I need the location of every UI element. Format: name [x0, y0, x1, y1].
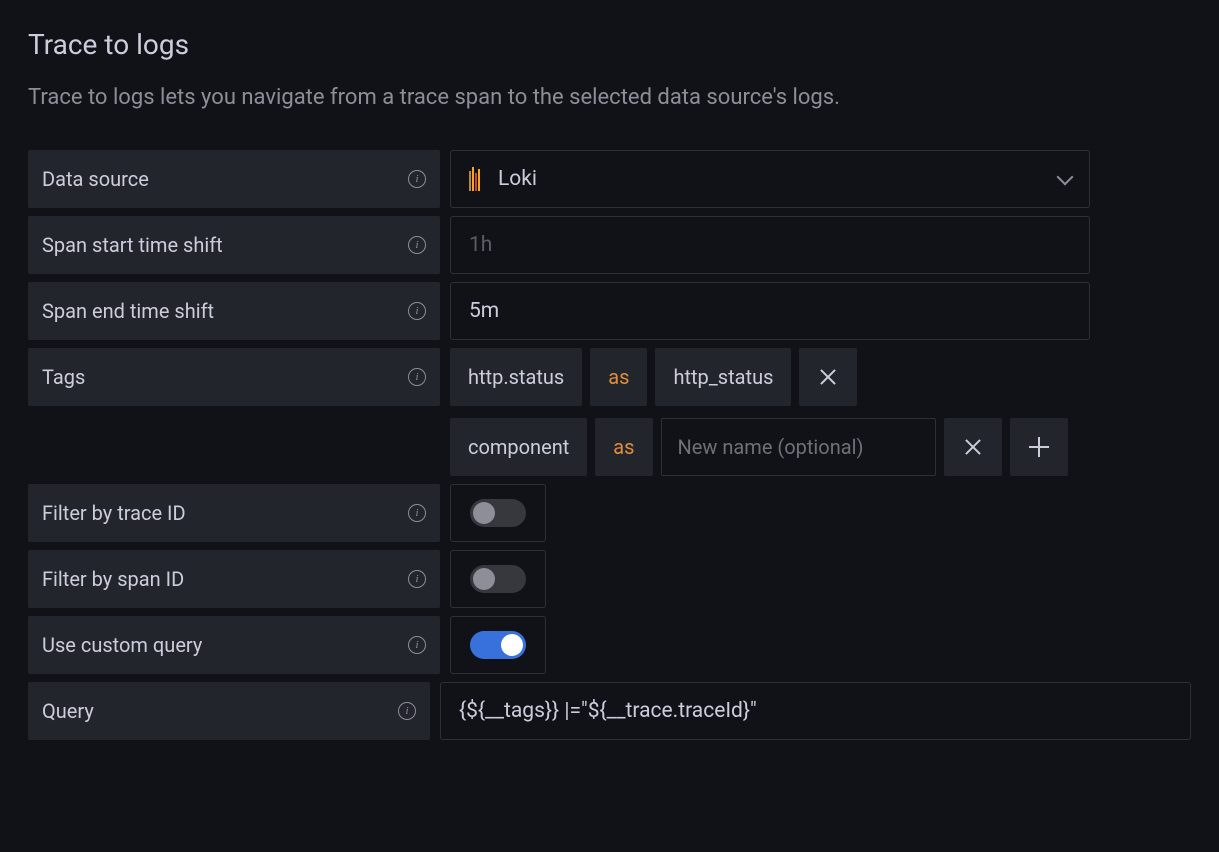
filter-span-row: Filter by span ID i	[28, 550, 1191, 608]
custom-query-label: Use custom query i	[28, 616, 440, 674]
span-start-label: Span start time shift i	[28, 216, 440, 274]
info-icon[interactable]: i	[408, 236, 426, 254]
filter-span-toggle[interactable]	[470, 565, 526, 593]
span-end-label: Span end time shift i	[28, 282, 440, 340]
section-description: Trace to logs lets you navigate from a t…	[28, 85, 1191, 110]
custom-query-row: Use custom query i	[28, 616, 1191, 674]
info-icon[interactable]: i	[408, 170, 426, 188]
toggle-knob	[473, 502, 495, 524]
close-icon	[819, 368, 837, 386]
filter-trace-row: Filter by trace ID i	[28, 484, 1191, 542]
filter-span-label: Filter by span ID i	[28, 550, 440, 608]
label-text: Filter by trace ID	[42, 501, 186, 525]
span-end-input[interactable]	[450, 282, 1090, 340]
data-source-select[interactable]: Loki	[450, 150, 1090, 208]
tag-rename[interactable]: http_status	[655, 348, 791, 406]
span-start-input[interactable]	[450, 216, 1090, 274]
label-text: Tags	[42, 365, 85, 389]
close-icon	[964, 438, 982, 456]
toggle-knob	[501, 634, 523, 656]
tag-rename-input[interactable]	[661, 418, 936, 476]
filter-trace-label: Filter by trace ID i	[28, 484, 440, 542]
query-row: Query i	[28, 682, 1191, 740]
query-label: Query i	[28, 682, 430, 740]
section-title: Trace to logs	[28, 28, 1191, 61]
remove-tag-button[interactable]	[944, 418, 1002, 476]
custom-query-toggle[interactable]	[470, 631, 526, 659]
info-icon[interactable]: i	[408, 504, 426, 522]
info-icon[interactable]: i	[408, 368, 426, 386]
tag-as-label: as	[590, 348, 647, 406]
filter-trace-toggle[interactable]	[470, 499, 526, 527]
plus-icon	[1029, 437, 1049, 457]
label-text: Span start time shift	[42, 233, 223, 257]
tags-row: Tags i http.status as http_status compon…	[28, 348, 1191, 476]
tag-row-1: component as	[450, 418, 1068, 476]
add-tag-button[interactable]	[1010, 418, 1068, 476]
label-text: Span end time shift	[42, 299, 214, 323]
label-text: Query	[42, 699, 94, 723]
info-icon[interactable]: i	[408, 636, 426, 654]
data-source-label: Data source i	[28, 150, 440, 208]
data-source-row: Data source i Loki	[28, 150, 1191, 208]
tags-label: Tags i	[28, 348, 440, 406]
remove-tag-button[interactable]	[799, 348, 857, 406]
span-end-row: Span end time shift i	[28, 282, 1191, 340]
query-input[interactable]	[440, 682, 1191, 740]
info-icon[interactable]: i	[408, 302, 426, 320]
select-value: Loki	[498, 167, 537, 191]
tag-as-label: as	[595, 418, 652, 476]
label-text: Data source	[42, 167, 149, 191]
tag-key[interactable]: http.status	[450, 348, 582, 406]
tag-key[interactable]: component	[450, 418, 587, 476]
chevron-down-icon	[1057, 169, 1074, 186]
span-start-row: Span start time shift i	[28, 216, 1191, 274]
label-text: Filter by span ID	[42, 567, 184, 591]
toggle-knob	[473, 568, 495, 590]
tag-row-0: http.status as http_status	[450, 348, 1068, 406]
info-icon[interactable]: i	[398, 702, 416, 720]
loki-icon	[469, 167, 480, 191]
info-icon[interactable]: i	[408, 570, 426, 588]
label-text: Use custom query	[42, 633, 202, 657]
